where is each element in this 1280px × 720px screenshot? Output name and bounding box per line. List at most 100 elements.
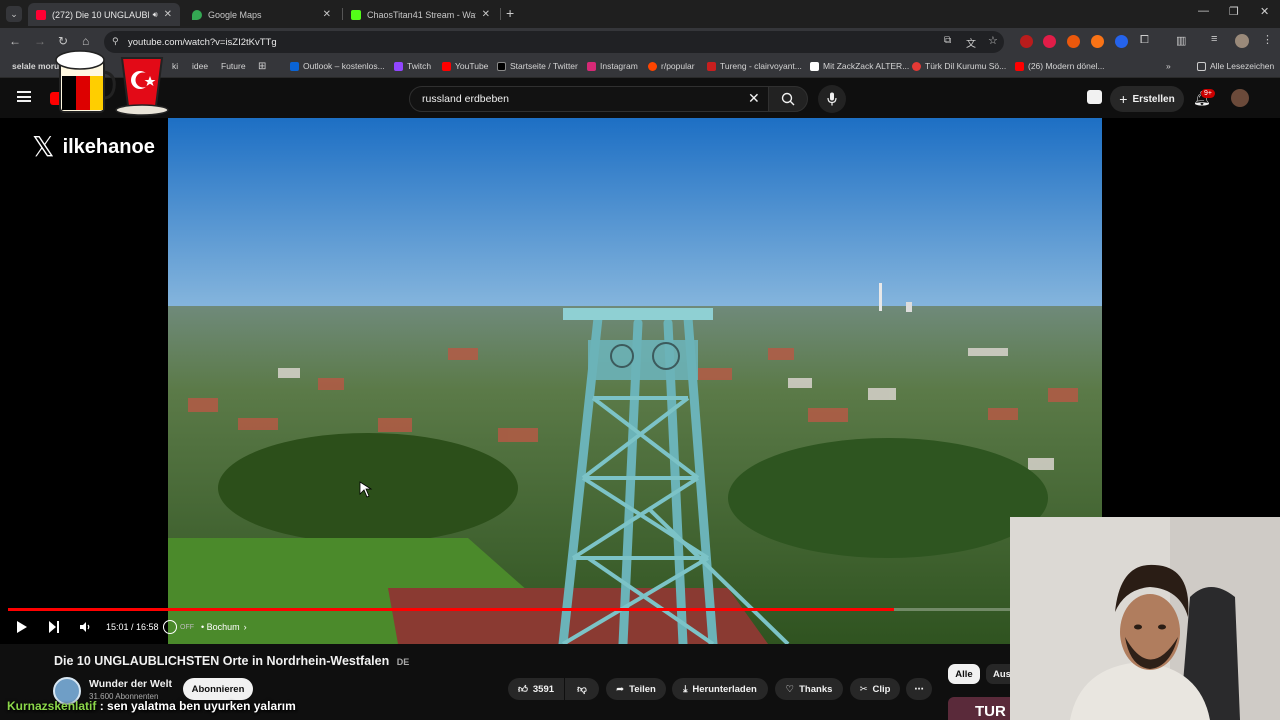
- chat-username: Kurnazskenlatif: [7, 699, 97, 713]
- media-control-icon[interactable]: ≡: [1211, 33, 1217, 45]
- chat-separator: :: [96, 699, 108, 713]
- forward-icon[interactable]: →: [34, 34, 46, 48]
- play-button[interactable]: [16, 620, 28, 634]
- tab-divider: [500, 8, 501, 20]
- voice-search-button[interactable]: [818, 85, 846, 113]
- bookmark-item[interactable]: (26) Modern dönel...: [1015, 61, 1105, 71]
- x-logo-icon: 𝕏: [32, 131, 55, 162]
- chip-label: Alle: [955, 668, 973, 680]
- profile-avatar[interactable]: [1235, 34, 1249, 48]
- autoplay-toggle[interactable]: OFF: [163, 620, 194, 634]
- account-avatar[interactable]: [1231, 89, 1249, 107]
- channel-name[interactable]: Wunder der Welt: [89, 678, 172, 690]
- chat-message: Kurnazskenlatif : sen yalatma ben uyurke…: [7, 699, 296, 713]
- tab-title: ChaosTitan41 Stream - Watch l: [367, 9, 476, 20]
- bookmark-item[interactable]: r/popular: [648, 61, 695, 71]
- more-horiz-icon: ⋯: [914, 683, 924, 695]
- bookmark-label: Future: [221, 61, 246, 71]
- tab-youtube[interactable]: (272) Die 10 UNGLAUBLICH 🔊︎ ✕: [28, 3, 180, 26]
- search-button[interactable]: [768, 86, 808, 112]
- back-icon[interactable]: ←: [9, 34, 21, 48]
- sidepanel-icon[interactable]: ▥: [1176, 34, 1186, 47]
- autoplay-state: OFF: [180, 623, 194, 631]
- create-button[interactable]: + Erstellen: [1110, 86, 1184, 112]
- mute-button[interactable]: [79, 621, 91, 633]
- bookmark-item[interactable]: Future: [221, 61, 246, 71]
- bookmark-item[interactable]: Outlook – kostenlos...: [290, 61, 385, 71]
- video-title-text: Die 10 UNGLAUBLICHSTEN Orte in Nordrhein…: [54, 654, 390, 668]
- chapter-label: • Bochum: [201, 622, 240, 632]
- browser-tabstrip: ⌄ (272) Die 10 UNGLAUBLICH 🔊︎ ✕ Google M…: [0, 0, 1280, 28]
- bookmark-star-icon[interactable]: ☆: [988, 34, 998, 47]
- bookmark-label: Tureng - clairvoyant...: [720, 61, 802, 71]
- chapter-title[interactable]: • Bochum ›: [201, 622, 247, 632]
- instagram-icon: [587, 61, 596, 71]
- create-label: Erstellen: [1132, 93, 1175, 105]
- translate-icon[interactable]: 文: [966, 35, 976, 50]
- tab-close-icon[interactable]: ✕: [323, 9, 331, 20]
- like-button[interactable]: 👍︎ 3591: [508, 678, 564, 700]
- filter-chip-all[interactable]: Alle: [948, 664, 980, 684]
- search-input[interactable]: russland erdbeben ✕: [409, 86, 769, 112]
- search-icon: [781, 92, 795, 106]
- tab-google-maps[interactable]: Google Maps ✕: [184, 3, 339, 26]
- kick-favicon-icon: [351, 9, 361, 20]
- tab-kick-stream[interactable]: ChaosTitan41 Stream - Watch l ✕: [343, 3, 498, 26]
- restore-icon[interactable]: ❐: [1229, 5, 1239, 18]
- subscribe-button[interactable]: Abonnieren: [183, 678, 253, 700]
- download-label: Herunterladen: [692, 683, 757, 695]
- tab-search-button[interactable]: ⌄: [6, 6, 22, 22]
- share-button[interactable]: ➦ Teilen: [606, 678, 666, 700]
- apps-grid-icon[interactable]: ⊞: [258, 61, 266, 72]
- address-bar[interactable]: ⚲ youtube.com/watch?v=isZI2tKvTTg ⧉ 文 ☆: [104, 31, 1004, 53]
- play-icon: [17, 621, 27, 633]
- youtube-icon: [442, 61, 451, 71]
- new-tab-icon[interactable]: +: [506, 5, 514, 21]
- streamer-webcam: [1010, 517, 1280, 720]
- video-frame-aerial-mine-tower[interactable]: [168, 118, 1102, 644]
- outlook-icon: [290, 61, 299, 71]
- thanks-label: Thanks: [799, 683, 833, 695]
- guide-menu-icon[interactable]: [17, 91, 31, 102]
- x-watermark: 𝕏 ilkehanoe: [32, 133, 155, 161]
- extension-icon[interactable]: [1043, 35, 1056, 48]
- bookmark-item[interactable]: YouTube: [442, 61, 488, 71]
- download-button[interactable]: ⤓ Herunterladen: [672, 678, 768, 700]
- extensions-puzzle-icon[interactable]: ⧠: [1140, 34, 1149, 47]
- tab-title: (272) Die 10 UNGLAUBLICH: [52, 9, 149, 20]
- close-window-icon[interactable]: ✕: [1260, 5, 1269, 18]
- extension-icon[interactable]: [1020, 35, 1033, 48]
- install-icon[interactable]: ⧉: [944, 35, 951, 46]
- bookmark-item[interactable]: Startseite / Twitter: [497, 61, 578, 71]
- cast-gamepad-icon[interactable]: [1087, 90, 1102, 104]
- bookmark-item[interactable]: Alle Lesezeichen: [1197, 61, 1274, 71]
- bookmark-item[interactable]: Tureng - clairvoyant...: [707, 61, 802, 71]
- tab-close-icon[interactable]: ✕: [164, 9, 172, 20]
- extension-icon[interactable]: [1067, 35, 1080, 48]
- extension-icon[interactable]: [1115, 35, 1128, 48]
- minimize-icon[interactable]: —: [1198, 5, 1209, 17]
- notification-count-badge: 9+: [1201, 89, 1215, 98]
- autoplay-knob-icon: [163, 620, 177, 634]
- bookmark-item[interactable]: Türk Dil Kurumu Sö...: [912, 61, 1006, 71]
- bookmark-item[interactable]: Mit ZackZack ALTER...: [810, 61, 909, 71]
- browser-menu-icon[interactable]: ⋮: [1262, 33, 1273, 46]
- dislike-button[interactable]: 👎︎: [565, 678, 599, 700]
- bookmark-item[interactable]: idee: [192, 61, 208, 71]
- bookmark-label: r/popular: [661, 61, 695, 71]
- tab-close-icon[interactable]: ✕: [482, 9, 490, 20]
- more-actions-button[interactable]: ⋯: [906, 678, 932, 700]
- bookmark-item[interactable]: Twitch: [394, 61, 431, 71]
- extension-icon[interactable]: [1091, 35, 1104, 48]
- scissors-icon: ✂: [859, 683, 868, 695]
- thanks-button[interactable]: ♡ Thanks: [775, 678, 843, 700]
- bookmark-item[interactable]: Instagram: [587, 61, 638, 71]
- bookmark-label: idee: [192, 61, 209, 71]
- next-button[interactable]: [48, 620, 60, 634]
- recommended-thumbnail[interactable]: TUR: [948, 697, 1010, 720]
- clear-search-icon[interactable]: ✕: [748, 90, 760, 107]
- progress-bar[interactable]: [8, 608, 1010, 611]
- more-bookmarks-icon[interactable]: »: [1166, 61, 1171, 71]
- clip-button[interactable]: ✂ Clip: [850, 678, 900, 700]
- youtube-icon: [1015, 61, 1024, 71]
